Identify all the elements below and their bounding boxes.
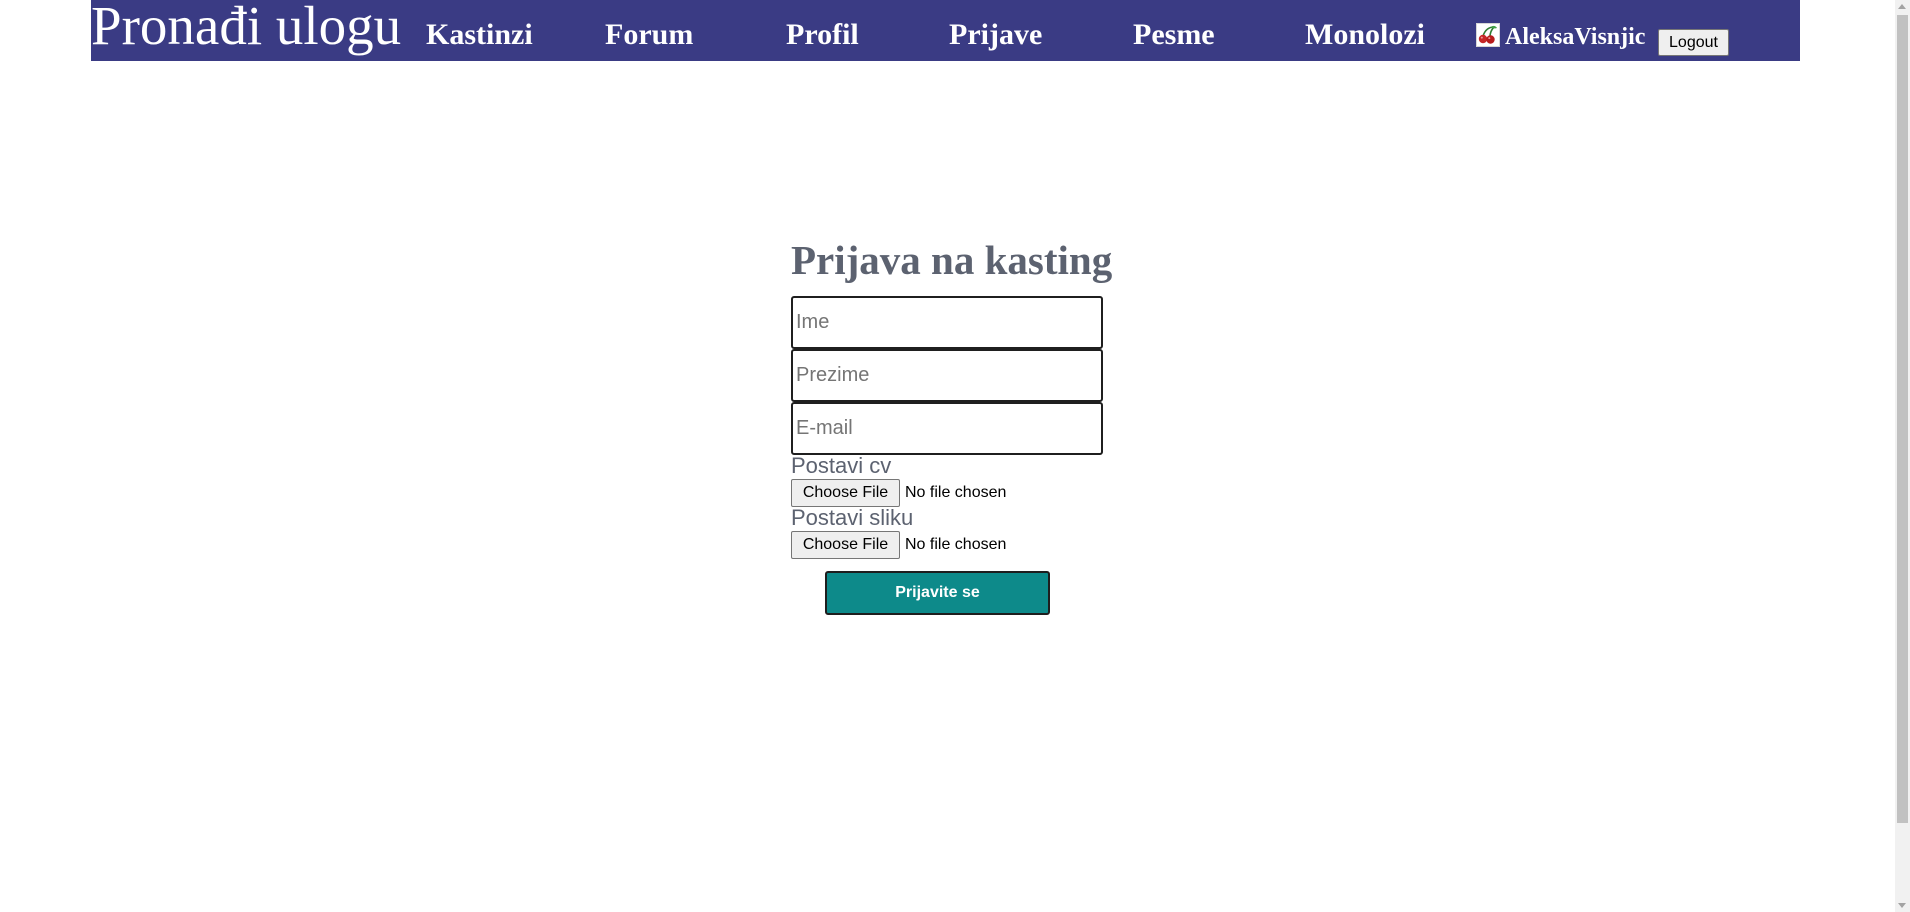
last-name-input[interactable] xyxy=(791,349,1103,402)
top-navbar: Pronađi ulogu Kastinzi Forum Profil Prij… xyxy=(91,0,1800,61)
nav-link-forum[interactable]: Forum xyxy=(605,18,693,52)
photo-file-input: Choose File No file chosen xyxy=(791,530,1111,559)
scroll-thumb[interactable] xyxy=(1897,15,1908,823)
photo-file-status: No file chosen xyxy=(905,535,1007,553)
scroll-down-arrow-icon[interactable] xyxy=(1898,903,1906,908)
site-logo-link[interactable]: Pronađi ulogu xyxy=(91,0,401,57)
nav-link-prijave[interactable]: Prijave xyxy=(949,18,1042,52)
username-label: AleksaVisnjic xyxy=(1505,24,1646,50)
submit-application-button[interactable]: Prijavite se xyxy=(825,571,1050,615)
page-scrollbar[interactable] xyxy=(1895,0,1910,912)
cv-file-status: No file chosen xyxy=(905,483,1007,501)
nav-link-kastinzi[interactable]: Kastinzi xyxy=(426,18,533,52)
scroll-up-arrow-icon[interactable] xyxy=(1898,4,1906,9)
nav-link-profil[interactable]: Profil xyxy=(786,18,859,52)
photo-upload-label: Postavi sliku xyxy=(791,505,914,530)
cv-upload-label: Postavi cv xyxy=(791,453,892,478)
logout-button[interactable]: Logout xyxy=(1658,29,1729,56)
cv-file-input: Choose File No file chosen xyxy=(791,478,1111,507)
cv-choose-file-button[interactable]: Choose File xyxy=(791,478,900,507)
photo-choose-file-button[interactable]: Choose File xyxy=(791,530,900,559)
page: Pronađi ulogu Kastinzi Forum Profil Prij… xyxy=(0,0,1910,912)
email-input[interactable] xyxy=(791,402,1103,455)
form-title: Prijava na kasting xyxy=(791,237,1113,283)
casting-application-form: Prijava na kasting Postavi cv Choose Fil… xyxy=(791,236,1113,615)
nav-link-pesme[interactable]: Pesme xyxy=(1133,18,1215,52)
cherries-icon xyxy=(1476,23,1500,47)
nav-link-monolozi[interactable]: Monolozi xyxy=(1305,18,1425,52)
first-name-input[interactable] xyxy=(791,296,1103,349)
